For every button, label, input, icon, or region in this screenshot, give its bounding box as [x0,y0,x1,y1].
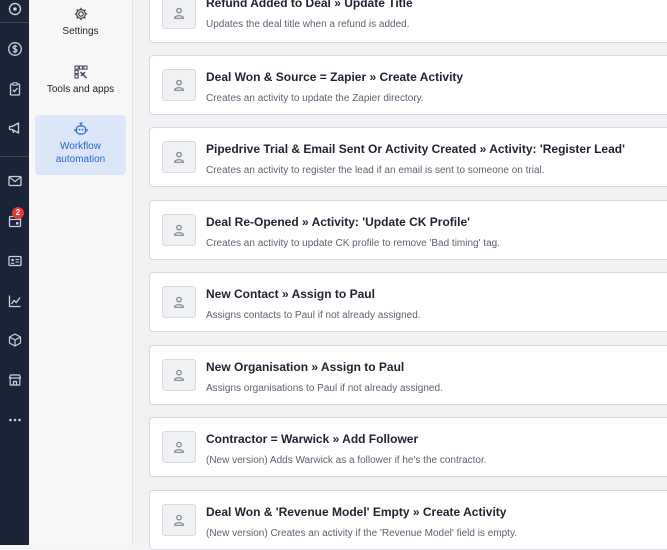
automation-description: Assigns organisations to Paul if not alr… [206,383,443,394]
automation-card[interactable]: Contractor = Warwick » Add Follower (New… [149,417,667,477]
automation-description: Creates an activity to register the lead… [206,165,545,176]
automation-title: Refund Added to Deal » Update Title [206,0,413,10]
app-rail: 2 [0,0,29,545]
sidebar-item-label: Settings [62,26,99,37]
user-icon [174,79,184,91]
user-avatar [162,286,196,318]
gear-icon [74,7,87,21]
clipboard-check-icon[interactable] [0,78,29,100]
megaphone-icon[interactable] [0,117,29,139]
automation-card[interactable]: Deal Re-Opened » Activity: 'Update CK Pr… [149,200,667,260]
settings-sidebar: Settings Tools and apps Workflow automat… [29,0,133,545]
dollar-icon[interactable] [0,38,29,60]
automation-card[interactable]: Refund Added to Deal » Update Title Upda… [149,0,667,43]
chart-icon[interactable] [0,290,29,312]
user-icon [174,441,184,453]
user-icon [174,224,184,236]
automation-description: Updates the deal title when a refund is … [206,19,410,30]
automation-card[interactable]: New Organisation » Assign to Paul Assign… [149,345,667,405]
automation-description: Creates an activity to update the Zapier… [206,93,424,104]
target-icon[interactable] [0,0,29,20]
notification-badge: 2 [12,207,24,219]
user-avatar [162,214,196,246]
automation-description: Assigns contacts to Paul if not already … [206,310,421,321]
automation-title: New Organisation » Assign to Paul [206,360,405,374]
automation-description: Creates an activity to update CK profile… [206,238,500,249]
user-avatar [162,69,196,101]
sidebar-item-settings[interactable]: Settings [35,6,126,44]
automation-title: Deal Re-Opened » Activity: 'Update CK Pr… [206,215,470,229]
robot-icon [73,122,88,135]
automation-title: Contractor = Warwick » Add Follower [206,432,419,446]
sidebar-item-label: Tools and apps [46,84,115,95]
automation-title: Deal Won & 'Revenue Model' Empty » Creat… [206,505,507,519]
user-avatar [162,0,196,29]
sidebar-item-workflow-automation[interactable]: Workflow automation [35,115,126,175]
sidebar-item-label: Workflow automation [55,141,106,165]
automation-description: (New version) Adds Warwick as a follower… [206,455,487,466]
automation-card[interactable]: Deal Won & Source = Zapier » Create Acti… [149,55,667,115]
rail-divider [0,156,29,157]
automation-title: Deal Won & Source = Zapier » Create Acti… [206,70,464,84]
user-icon [174,7,184,19]
sidebar-item-tools-and-apps[interactable]: Tools and apps [35,64,126,102]
user-icon [174,296,184,308]
user-avatar [162,141,196,173]
store-icon[interactable] [0,369,29,391]
automation-title: Pipedrive Trial & Email Sent Or Activity… [206,142,625,156]
automation-description: (New version) Creates an activity if the… [206,528,517,539]
contact-card-icon[interactable] [0,250,29,272]
more-icon[interactable] [0,409,29,431]
tools-icon [74,65,88,79]
automation-title: New Contact » Assign to Paul [206,287,375,301]
automation-card[interactable]: Pipedrive Trial & Email Sent Or Activity… [149,127,667,187]
automation-list: Refund Added to Deal » Update Title Upda… [133,0,667,550]
user-icon [174,151,184,163]
user-icon [174,514,184,526]
user-avatar [162,504,196,536]
rail-divider [0,22,29,23]
mail-icon[interactable] [0,170,29,192]
user-avatar [162,359,196,391]
box-icon[interactable] [0,329,29,351]
automation-card[interactable]: New Contact » Assign to Paul Assigns con… [149,272,667,332]
user-avatar [162,431,196,463]
automation-card[interactable]: Deal Won & 'Revenue Model' Empty » Creat… [149,490,667,550]
user-icon [174,369,184,381]
